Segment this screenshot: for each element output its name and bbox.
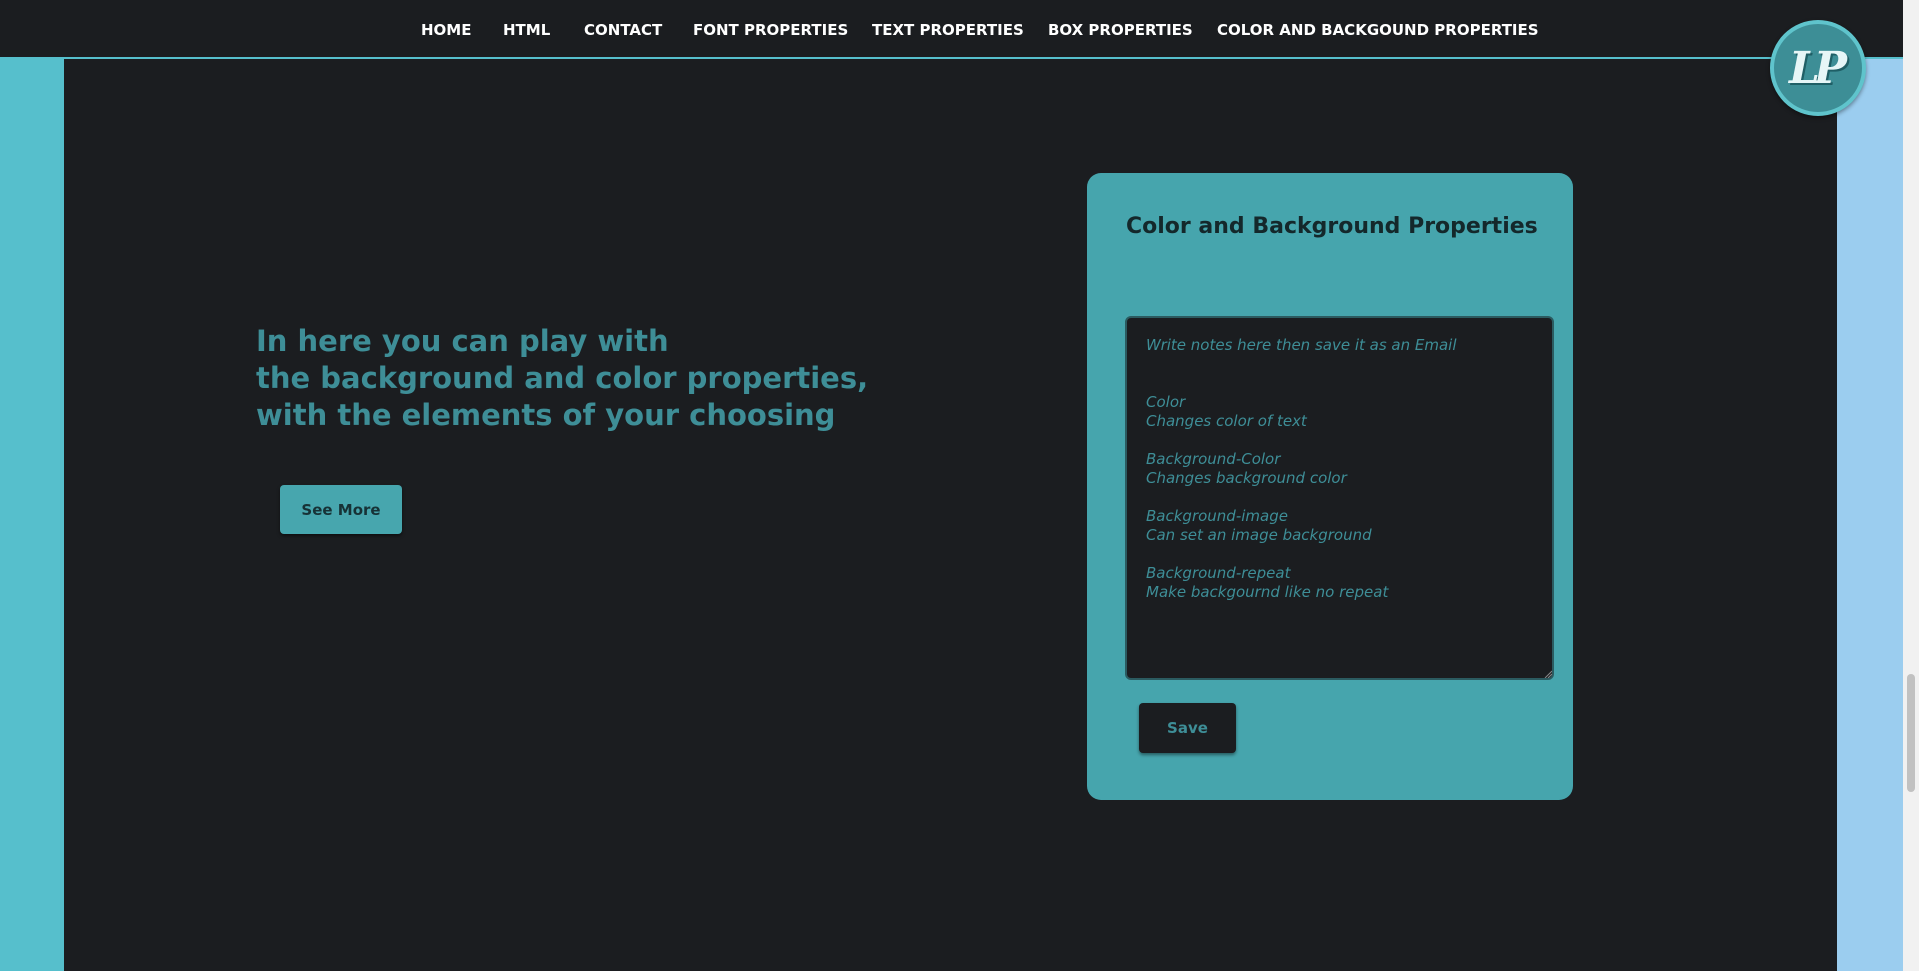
intro-line-3: with the elements of your choosing	[256, 398, 836, 432]
card-title: Color and Background Properties	[1126, 214, 1538, 239]
nav-item-box-properties[interactable]: BOX PROPERTIES	[1048, 21, 1193, 39]
left-accent-stripe	[0, 0, 64, 971]
nav-item-color-background-properties[interactable]: COLOR AND BACKGOUND PROPERTIES	[1217, 21, 1539, 39]
lp-logo-icon[interactable]: LP	[1770, 20, 1866, 116]
logo-text: LP	[1788, 42, 1847, 94]
intro-line-1: In here you can play with	[256, 324, 669, 358]
nav-item-text-properties[interactable]: TEXT PROPERTIES	[872, 21, 1024, 39]
nav-item-html[interactable]: HTML	[503, 21, 550, 39]
color-background-card: Color and Background Properties Write no…	[1087, 173, 1573, 800]
scrollbar-thumb[interactable]	[1907, 674, 1915, 792]
resize-grip-icon[interactable]	[1544, 670, 1552, 678]
see-more-button[interactable]: See More	[280, 485, 402, 534]
intro-line-2: the background and color properties,	[256, 361, 869, 395]
nav-item-home[interactable]: HOME	[421, 21, 471, 39]
save-button[interactable]: Save	[1139, 703, 1236, 753]
page-scrollbar[interactable]	[1903, 0, 1919, 971]
top-navbar: HOME HTML CONTACT FONT PROPERTIES TEXT P…	[0, 0, 1903, 59]
intro-heading: In here you can play with the background…	[256, 323, 868, 434]
nav-item-contact[interactable]: CONTACT	[584, 21, 662, 39]
notes-textarea[interactable]: Write notes here then save it as an Emai…	[1125, 316, 1554, 680]
right-accent-stripe	[1837, 0, 1903, 971]
nav-item-font-properties[interactable]: FONT PROPERTIES	[693, 21, 848, 39]
